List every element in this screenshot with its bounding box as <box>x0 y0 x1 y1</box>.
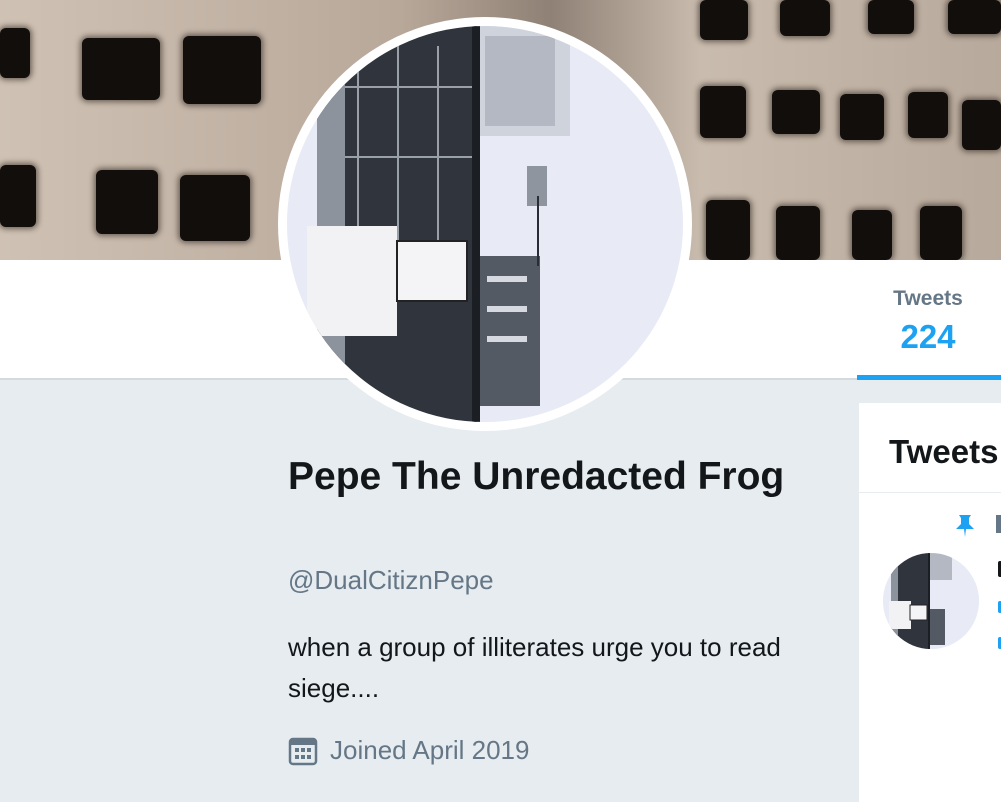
pinned-label-fragment <box>996 515 1001 533</box>
banner-window <box>776 206 820 260</box>
banner-window <box>948 0 1001 34</box>
tab-tweets-label: Tweets <box>893 287 963 310</box>
pin-icon <box>956 515 974 537</box>
tweet-author-avatar-photo <box>883 553 979 649</box>
banner-window <box>96 170 158 234</box>
banner-window <box>0 165 36 227</box>
active-tab-indicator <box>857 375 1001 380</box>
tab-tweets[interactable]: Tweets 224 <box>857 260 1001 380</box>
banner-window <box>780 0 830 36</box>
banner-window <box>868 0 914 34</box>
joined-date: Joined April 2019 <box>288 735 529 766</box>
tweets-panel: Tweets <box>859 403 1001 802</box>
avatar-photo <box>287 26 683 422</box>
banner-window <box>0 28 30 78</box>
banner-window <box>962 100 1001 150</box>
banner-window <box>920 206 962 260</box>
banner-window <box>706 200 750 260</box>
avatar-image <box>287 26 683 422</box>
profile-handle: @DualCitiznPepe <box>288 565 494 595</box>
panel-divider <box>859 492 1001 493</box>
banner-window <box>840 94 884 140</box>
calendar-icon <box>288 737 318 765</box>
tab-tweets-count: 224 <box>900 318 956 355</box>
banner-window <box>183 36 261 104</box>
banner-window <box>772 90 820 134</box>
tweet-author-avatar[interactable] <box>883 553 979 649</box>
joined-text: Joined April 2019 <box>330 735 530 765</box>
profile-name: Pepe The Unredacted Frog <box>288 455 785 498</box>
banner-window <box>700 0 748 40</box>
banner-window <box>700 86 746 138</box>
profile-avatar[interactable] <box>278 17 692 431</box>
banner-window <box>852 210 892 260</box>
profile-bio: when a group of illiterates urge you to … <box>288 632 781 703</box>
banner-window <box>82 38 160 100</box>
tweets-panel-title[interactable]: Tweets <box>889 433 998 471</box>
banner-window <box>180 175 250 241</box>
banner-window <box>908 92 948 138</box>
